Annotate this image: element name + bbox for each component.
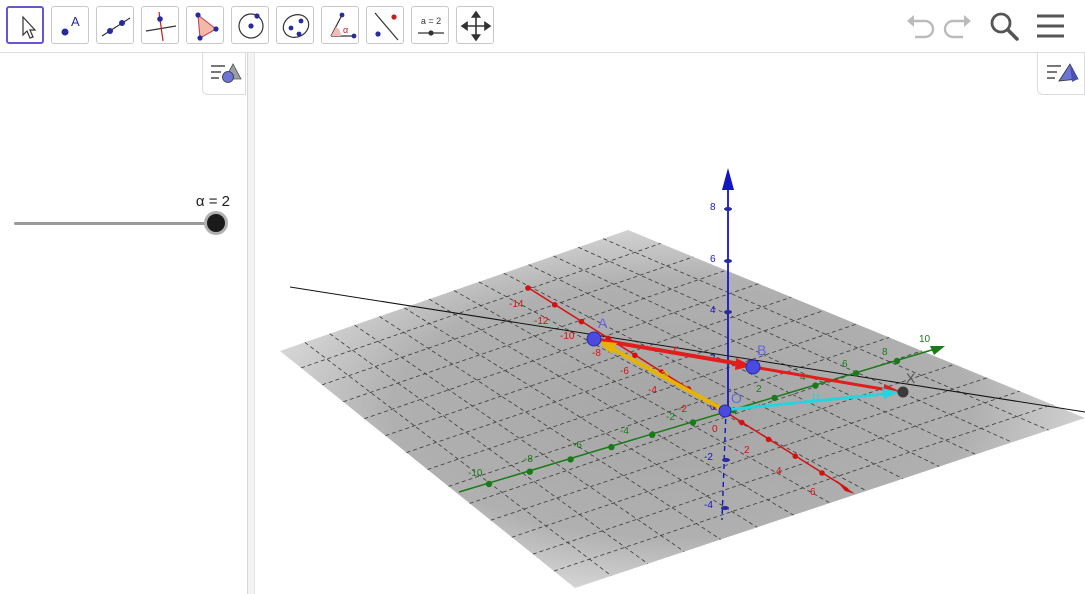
vector-u-label: u — [812, 388, 820, 404]
slider-tool-label: a = 2 — [421, 16, 441, 26]
z-tick-label: -4 — [704, 500, 713, 511]
move-tool-button[interactable] — [6, 6, 44, 44]
polygon-tool-button[interactable] — [186, 6, 224, 44]
axis-tick-dot — [525, 285, 531, 291]
graphics-3d-view[interactable]: -14 -12 -10 -8 -6 -4 -2 0 2 4 6 -10 -8 -… — [255, 53, 1085, 594]
algebra-style-bar-button[interactable] — [202, 53, 246, 95]
main-menu-button[interactable] — [1034, 10, 1068, 42]
axis-tick-dot — [649, 431, 656, 438]
undo-button[interactable] — [903, 10, 937, 42]
x-tick-label: -6 — [620, 366, 629, 377]
graphics-style-bar-button[interactable] — [1037, 53, 1085, 95]
axis-tick-dot — [551, 302, 558, 308]
reflect-tool-button[interactable] — [366, 6, 404, 44]
slider-icon: a = 2 — [418, 16, 444, 36]
slider-tool-button[interactable]: a = 2 — [411, 6, 449, 44]
move-graphics-tool-button[interactable] — [456, 6, 494, 44]
z-tick-label: -2 — [704, 452, 713, 463]
axis-tick-dot — [689, 419, 697, 426]
x-tick-label: 0 — [712, 424, 718, 435]
vector-a-label: a — [661, 365, 669, 381]
axis-tick-dot — [792, 453, 799, 459]
y-axis-arrowhead — [930, 346, 945, 355]
arrow-cursor-icon — [22, 15, 37, 39]
point-tool-label: A — [71, 14, 80, 29]
y-tick-label: -10 — [468, 468, 483, 479]
axis-tick-dot — [765, 436, 772, 443]
point-b-label: B — [757, 342, 766, 358]
x-tick-label: 6 — [810, 487, 816, 498]
x-tick-label: -2 — [678, 404, 687, 415]
axis-tick-dot — [893, 357, 901, 365]
y-tick-label: 10 — [919, 334, 931, 345]
line-icon — [101, 17, 131, 37]
search-button[interactable] — [987, 10, 1021, 42]
y-tick-label: 2 — [756, 384, 762, 395]
point-x[interactable] — [897, 386, 909, 398]
z-tick-label: 6 — [710, 254, 716, 265]
axis-tick-dot — [771, 394, 778, 402]
x-tick-label: 2 — [744, 445, 750, 456]
perpendicular-line-tool-button[interactable] — [141, 6, 179, 44]
axis-tick-dot — [567, 456, 574, 463]
x-tick-label: 4 — [776, 466, 782, 477]
move-arrows-icon — [460, 10, 492, 42]
x-tick-label: -14 — [509, 299, 524, 310]
point-a-label: A — [598, 315, 608, 331]
axis-tick-dot — [632, 352, 638, 359]
point-tool-button[interactable]: A — [51, 6, 89, 44]
y-tick-label: 8 — [882, 347, 888, 358]
style-bar-toggle-icon — [211, 63, 242, 83]
axis-tick-dot — [526, 468, 533, 475]
z-axis-arrowhead — [722, 168, 734, 190]
y-tick-label: -2 — [666, 412, 675, 423]
circle-tool-button[interactable] — [231, 6, 269, 44]
z-tick-label: 4 — [710, 305, 716, 316]
angle-tool-label: α — [343, 25, 348, 35]
polygon-icon — [195, 12, 219, 41]
point-icon: A — [61, 14, 80, 36]
style-bar-toggle-icon — [1047, 63, 1079, 82]
axis-tick-dot — [853, 370, 860, 377]
point-a[interactable] — [586, 331, 602, 347]
algebra-view: α = 2 — [0, 53, 247, 594]
angle-tool-button[interactable]: α — [321, 6, 359, 44]
x-tick-label: -12 — [534, 316, 549, 327]
reflect-icon — [374, 12, 399, 41]
hamburger-menu-icon — [1037, 14, 1064, 38]
axis-tick-dot — [739, 419, 745, 426]
line-tool-button[interactable] — [96, 6, 134, 44]
axis-tick-dot — [578, 318, 585, 325]
x-tick-label: -10 — [560, 331, 575, 342]
ellipse-tool-button[interactable] — [276, 6, 314, 44]
redo-icon — [943, 15, 971, 39]
x-tick-label: -8 — [592, 348, 601, 359]
point-o-label: O — [731, 390, 742, 406]
search-icon — [990, 12, 1019, 41]
y-tick-label: -4 — [620, 426, 629, 437]
x-tick-label: -4 — [648, 385, 657, 396]
slider-track[interactable] — [14, 222, 218, 225]
axis-tick-dot — [819, 470, 825, 476]
axis-tick-dot — [485, 480, 493, 488]
perpendicular-line-icon — [145, 11, 177, 42]
angle-icon: α — [330, 12, 357, 39]
slider-label: α = 2 — [195, 193, 230, 210]
y-tick-label: -8 — [524, 454, 533, 465]
z-tick-label: 8 — [710, 202, 716, 213]
point-o[interactable] — [718, 404, 732, 418]
y-tick-label: 6 — [842, 359, 848, 370]
axis-tick-dot — [608, 443, 615, 451]
y-tick-label: -6 — [573, 440, 582, 451]
undo-icon — [907, 15, 935, 39]
redo-button[interactable] — [941, 10, 975, 42]
point-x-label: X — [906, 370, 916, 386]
point-b[interactable] — [745, 359, 761, 375]
slider-thumb[interactable] — [207, 214, 225, 232]
ellipse-icon — [282, 14, 310, 38]
circle-icon — [238, 13, 264, 39]
view-divider[interactable] — [247, 53, 255, 594]
toolbar: A α a = 2 — [0, 0, 1085, 53]
graphics-3d-canvas: -14 -12 -10 -8 -6 -4 -2 0 2 4 6 -10 -8 -… — [280, 168, 1085, 588]
